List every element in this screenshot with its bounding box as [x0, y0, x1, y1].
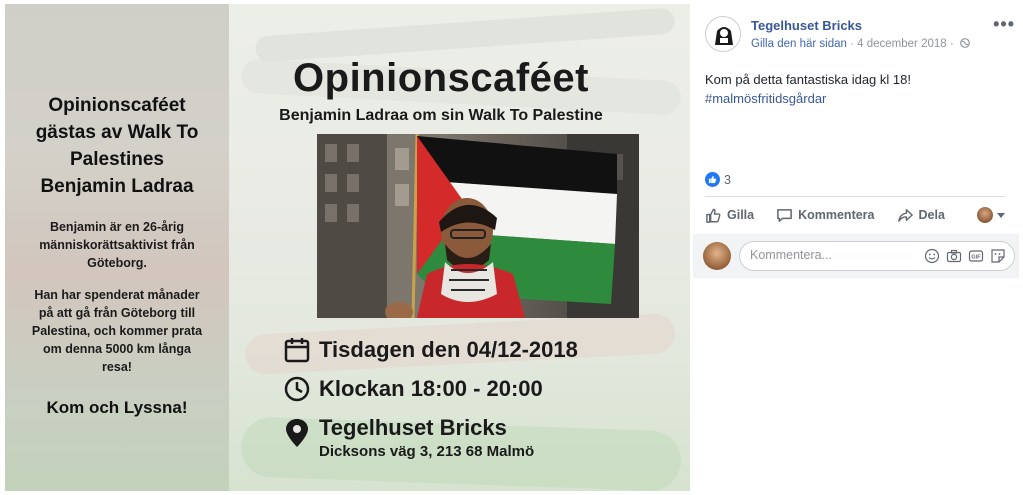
user-mini-avatar	[977, 207, 993, 223]
speech-bubble-icon	[777, 208, 792, 222]
post-header: Tegelhuset Bricks Gilla den här sidan · …	[705, 14, 1015, 58]
commenter-avatar	[703, 242, 731, 270]
poster-left-cta: Kom och Lyssna!	[46, 398, 188, 417]
poster-left-title: Opinionscaféet gästas av Walk To Palesti…	[35, 95, 199, 197]
facebook-post: Tegelhuset Bricks Gilla den här sidan · …	[693, 0, 1023, 495]
comment-composer: GIF	[693, 234, 1019, 278]
poster-address: Dicksons väg 3, 213 68 Malmö	[319, 443, 535, 460]
page-name-link[interactable]: Tegelhuset Bricks	[751, 18, 862, 33]
page-avatar[interactable]	[705, 16, 741, 52]
poster-place: Tegelhuset Bricks	[319, 415, 507, 440]
like-button[interactable]: Gilla	[705, 207, 754, 224]
post-text: Kom på detta fantastiska idag kl 18! #ma…	[705, 70, 911, 108]
poster-left-body: Benjamin är en 26-årig människorättsakti…	[39, 220, 195, 270]
poster-place-row: Tegelhuset Bricks Dicksons väg 3, 213 68…	[283, 414, 534, 462]
meta-separator: ·	[946, 38, 957, 50]
post-message: Kom på detta fantastiska idag kl 18!	[705, 72, 911, 87]
poster-subtitle: Benjamin Ladraa om sin Walk To Palestine	[279, 107, 603, 124]
poster-left-body-2: Han har spenderat månader på att gå från…	[31, 288, 203, 374]
clock-icon	[284, 376, 310, 402]
poster-date-row: Tisdagen den 04/12-2018	[283, 336, 578, 364]
like-label: Gilla	[727, 208, 755, 222]
calendar-icon	[284, 338, 310, 363]
location-pin-icon	[286, 419, 308, 447]
poster-title: Opinionscaféet	[293, 56, 589, 100]
share-button[interactable]: Dela	[897, 207, 945, 224]
post-meta: Gilla den här sidan · 4 december 2018 ·	[751, 38, 970, 50]
reaction-count: 3	[724, 172, 731, 187]
camera-icon[interactable]	[946, 248, 962, 264]
thumbs-up-icon	[706, 208, 721, 223]
divider	[705, 196, 1005, 197]
reactions-summary[interactable]: 3	[705, 172, 731, 187]
like-page-link[interactable]: Gilla den här sidan	[751, 38, 847, 50]
poster-date: Tisdagen den 04/12-2018	[319, 337, 578, 362]
post-timestamp[interactable]: 4 december 2018	[857, 38, 947, 50]
emoji-icon[interactable]	[924, 248, 940, 264]
more-options-icon[interactable]: •••	[993, 14, 1015, 35]
post-as-selector[interactable]	[977, 207, 1005, 223]
sticker-icon[interactable]	[990, 248, 1006, 264]
brush-stroke	[254, 7, 676, 63]
svg-text:GIF: GIF	[971, 255, 981, 261]
share-label: Dela	[918, 208, 945, 222]
poster-left-panel: Opinionscaféet gästas av Walk To Palesti…	[5, 4, 229, 491]
share-arrow-icon	[897, 208, 913, 222]
gif-icon[interactable]: GIF	[968, 248, 984, 264]
post-actions: Gilla Kommentera Dela	[705, 200, 1005, 230]
poster-time: Klockan 18:00 - 20:00	[319, 376, 543, 401]
comment-label: Kommentera	[798, 208, 875, 222]
globe-icon[interactable]	[959, 38, 970, 48]
comment-input[interactable]	[750, 248, 910, 262]
comment-tools: GIF	[918, 248, 1006, 264]
meta-separator: ·	[846, 38, 858, 50]
poster-time-row: Klockan 18:00 - 20:00	[283, 375, 543, 403]
comment-button[interactable]: Kommentera	[776, 207, 875, 224]
caret-down-icon	[997, 212, 1005, 218]
like-reaction-icon	[705, 172, 720, 187]
hashtag-link[interactable]: #malmösfritidsgårdar	[705, 89, 911, 108]
event-poster-image[interactable]: Opinionscaféet gästas av Walk To Palesti…	[5, 4, 690, 491]
comment-box[interactable]: GIF	[739, 241, 1015, 271]
poster-photo	[317, 134, 639, 318]
